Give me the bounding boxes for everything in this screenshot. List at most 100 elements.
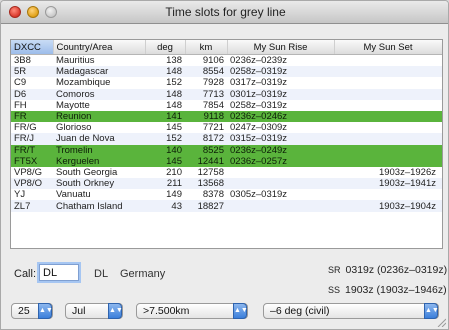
month-select-value: Jul	[72, 305, 86, 317]
distance-select[interactable]: >7.500km ▲▼	[136, 303, 248, 319]
cell-deg: 43	[145, 200, 185, 212]
cell-deg: 138	[166, 55, 182, 67]
title-bar[interactable]: Time slots for grey line	[1, 1, 448, 24]
cell-dxcc: VP8/G	[14, 166, 42, 178]
cell-km: 18827	[185, 200, 227, 212]
chevron-updown-icon: ▲▼	[108, 303, 123, 319]
cell-sunset	[334, 55, 442, 67]
cell-km: 7721	[202, 122, 224, 134]
table-row[interactable]: D6 Comoros 148 7713 0301z–0319z	[11, 88, 442, 100]
cell-sunset: 1903z–1941z	[334, 178, 442, 190]
cell-country: Glorioso	[56, 122, 92, 134]
cell-sunrise	[227, 167, 334, 178]
cell-dxcc: FR	[11, 110, 53, 123]
table-row[interactable]: FR/T Tromelin 140 8525 0236z–0249z	[11, 144, 442, 156]
cell-country: Mozambique	[56, 77, 111, 89]
cell-sunrise: 0247z–0309z	[230, 122, 288, 134]
country-name: Germany	[120, 268, 166, 280]
column-header-country[interactable]: Country/Area	[53, 40, 146, 55]
cell-country: South Georgia	[56, 166, 118, 178]
cell-sunrise: 0301z–0319z	[227, 88, 334, 100]
table-row[interactable]: YJ Vanuatu 149 8378 0305z–0319z	[11, 189, 442, 200]
cell-dxcc: FR/J	[11, 133, 53, 145]
cell-country: South Orkney	[53, 178, 145, 190]
table-row[interactable]: FR/J Juan de Nova 152 8172 0315z–0319z	[11, 133, 442, 145]
sunset-info: SS 1903z (1903z–1946z)	[328, 284, 447, 296]
table-row[interactable]: 3B8 Mauritius 138 9106 0236z–0239z	[11, 55, 442, 67]
cell-sunset	[334, 66, 442, 78]
cell-deg: 152	[145, 133, 185, 145]
cell-sunrise	[227, 178, 334, 190]
timeslot-table[interactable]: DXCC Country/Area deg km My Sun Rise My …	[10, 39, 443, 249]
cell-km: 9106	[202, 55, 224, 67]
cell-dxcc: FT5X	[11, 155, 53, 167]
cell-country: Comoros	[53, 88, 145, 100]
cell-km: 7854	[202, 99, 224, 111]
call-input[interactable]	[39, 264, 79, 281]
table-row[interactable]: FR Reunion 141 9118 0236z–0246z	[11, 110, 442, 123]
sunset-text: 1903z (1903z–1946z)	[345, 284, 447, 296]
cell-km: 7928	[202, 77, 224, 89]
cell-deg: 145	[145, 155, 185, 167]
table-row[interactable]: 5R Madagascar 148 8554 0258z–0319z	[11, 66, 442, 78]
filter-selects: 25 ▲▼ Jul ▲▼ >7.500km ▲▼ –6 deg (civil) …	[1, 303, 448, 323]
sunrise-icon: SR	[328, 265, 341, 275]
cell-km: 8554	[185, 66, 227, 78]
cell-sunrise: 0236z–0239z	[230, 55, 288, 67]
table-row[interactable]: VP8/G South Georgia 210 12758 1903z–1926z	[11, 167, 442, 178]
cell-sunset	[334, 133, 442, 145]
table-row[interactable]: ZL7 Chatham Island 43 18827 1903z–1904z	[11, 200, 442, 212]
cell-sunrise: 0236z–0249z	[227, 144, 334, 156]
cell-km: 9118	[185, 110, 227, 123]
cell-dxcc: FR/T	[11, 144, 53, 156]
cell-km: 8172	[185, 133, 227, 145]
cell-sunrise: 0258z–0319z	[230, 99, 288, 111]
column-header-sunset[interactable]: My Sun Set	[334, 40, 442, 55]
cell-country: Mayotte	[56, 99, 90, 111]
main-window: Time slots for grey line DXCC Country/Ar…	[0, 0, 449, 330]
column-header-deg[interactable]: deg	[145, 40, 186, 55]
cell-sunset	[334, 122, 442, 133]
twilight-select-value: –6 deg (civil)	[270, 305, 330, 317]
cell-deg: 148	[166, 99, 182, 111]
cell-sunset	[334, 189, 442, 200]
table-row[interactable]: VP8/O South Orkney 211 13568 1903z–1941z	[11, 178, 442, 190]
table-row[interactable]: FR/G Glorioso 145 7721 0247z–0309z	[11, 122, 442, 133]
cell-dxcc: YJ	[14, 189, 26, 201]
cell-sunset	[334, 77, 442, 88]
cell-km: 12441	[185, 155, 227, 167]
cell-country: Madagascar	[53, 66, 145, 78]
cell-country: Vanuatu	[56, 189, 91, 201]
cell-sunrise	[227, 200, 334, 212]
cell-country: Juan de Nova	[53, 133, 145, 145]
column-header-sunrise[interactable]: My Sun Rise	[227, 40, 335, 55]
cell-deg: 148	[145, 88, 185, 100]
cell-sunset	[334, 155, 442, 167]
cell-dxcc: VP8/O	[11, 178, 53, 190]
cell-sunrise: 0236z–0257z	[227, 155, 334, 167]
cell-deg: 140	[145, 144, 185, 156]
table-row[interactable]: FH Mayotte 148 7854 0258z–0319z	[11, 100, 442, 111]
cell-sunset	[334, 88, 442, 100]
sunrise-text: 0319z (0236z–0319z)	[345, 264, 448, 276]
resize-grip-icon[interactable]	[436, 317, 446, 327]
cell-deg: 149	[166, 189, 182, 201]
cell-country: Kerguelen	[53, 155, 145, 167]
cell-dxcc: 3B8	[14, 55, 31, 67]
cell-country: Tromelin	[53, 144, 145, 156]
cell-deg: 141	[145, 110, 185, 123]
sunset-icon: SS	[328, 285, 341, 295]
column-header-dxcc[interactable]: DXCC	[11, 40, 54, 55]
cell-sunrise: 0236z–0246z	[227, 110, 334, 123]
table-row[interactable]: FT5X Kerguelen 145 12441 0236z–0257z	[11, 155, 442, 167]
country-prefix: DL	[94, 268, 109, 280]
twilight-select[interactable]: –6 deg (civil) ▲▼	[263, 303, 439, 319]
month-select[interactable]: Jul ▲▼	[65, 303, 123, 319]
cell-dxcc: FH	[14, 99, 27, 111]
cell-sunrise: 0315z–0319z	[227, 133, 334, 145]
cell-dxcc: D6	[11, 88, 53, 100]
cell-km: 8525	[185, 144, 227, 156]
table-row[interactable]: C9 Mozambique 152 7928 0317z–0319z	[11, 77, 442, 88]
column-header-km[interactable]: km	[185, 40, 228, 55]
day-select[interactable]: 25 ▲▼	[11, 303, 53, 319]
